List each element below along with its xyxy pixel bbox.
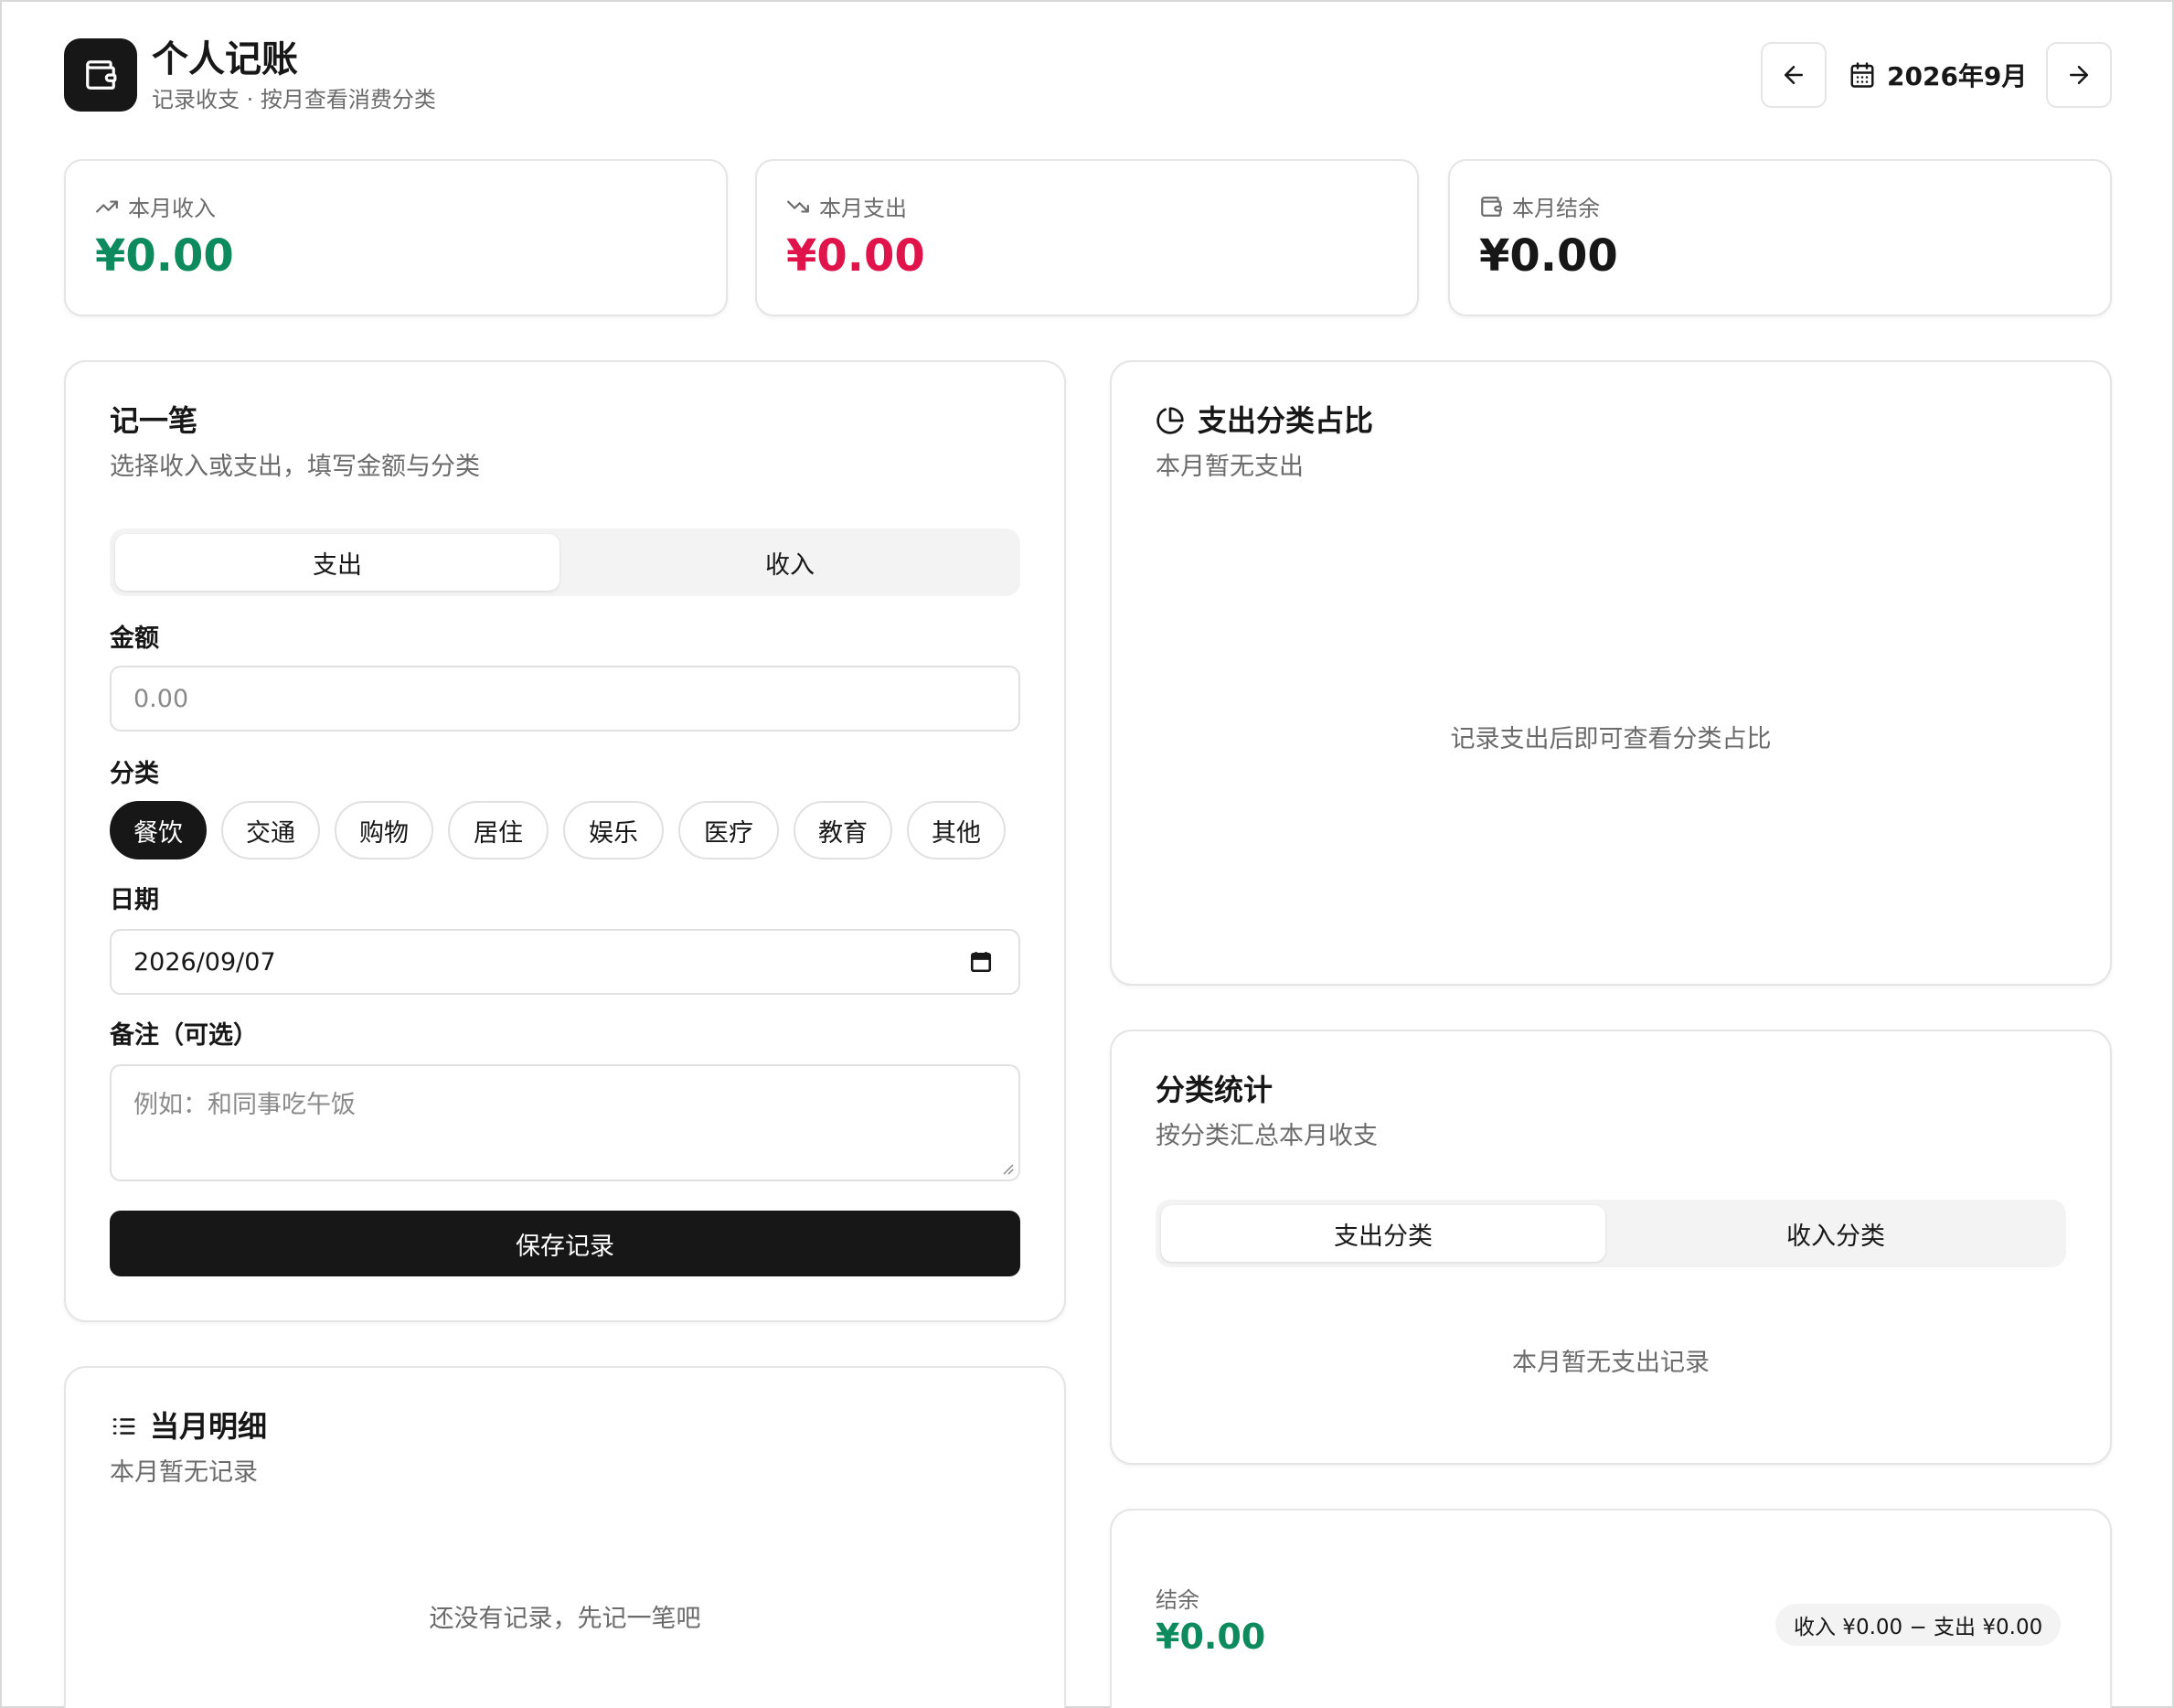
note-label: 备注（可选） xyxy=(110,1021,258,1050)
expense-stat-value: ¥0.00 xyxy=(786,230,925,282)
date-label: 日期 xyxy=(110,886,159,914)
income-stat-value: ¥0.00 xyxy=(95,230,234,282)
tab-income-categories[interactable]: 收入分类 xyxy=(1611,1205,2061,1262)
calendar-icon xyxy=(1850,62,1874,88)
expense-pie-empty: 记录支出后即可查看分类占比 xyxy=(1450,725,1772,753)
balance-stat-label: 本月结余 xyxy=(1479,190,1600,222)
tab-expense-categories[interactable]: 支出分类 xyxy=(1161,1205,1605,1262)
monthly-details-description: 本月暂无记录 xyxy=(110,1458,258,1487)
expense-pie-title: 支出分类占比 xyxy=(1156,402,1373,439)
balance-summary-label: 结余 xyxy=(1156,1587,1199,1613)
save-button[interactable]: 保存记录 xyxy=(110,1211,1020,1276)
category-chip-housing[interactable]: 居住 xyxy=(448,801,549,859)
month-text: 2026年9月 xyxy=(1887,61,2028,91)
amount-label: 金额 xyxy=(110,624,159,653)
category-chip-shopping[interactable]: 购物 xyxy=(335,801,433,859)
category-chip-medical[interactable]: 医疗 xyxy=(678,801,779,859)
arrow-left-icon xyxy=(1785,66,1803,84)
app-subtitle: 记录收支 · 按月查看消费分类 xyxy=(152,87,436,112)
category-chip-entertainment[interactable]: 娱乐 xyxy=(563,801,664,859)
expense-stat-label: 本月支出 xyxy=(786,190,907,222)
list-icon xyxy=(112,1418,135,1435)
amount-input[interactable]: 0.00 xyxy=(110,666,1020,731)
trending-down-icon xyxy=(787,200,809,212)
tab-expense[interactable]: 支出 xyxy=(115,534,559,591)
category-stats-switch: 支出分类 收入分类 xyxy=(1156,1200,2066,1267)
date-input[interactable]: 2026/09/07 xyxy=(110,929,1020,995)
monthly-details-title: 当月明细 xyxy=(110,1408,267,1445)
trending-up-icon xyxy=(96,200,118,212)
arrow-right-icon xyxy=(2070,66,2088,84)
monthly-details-empty: 还没有记录，先记一笔吧 xyxy=(429,1605,701,1633)
entry-form-description: 选择收入或支出，填写金额与分类 xyxy=(110,453,480,481)
app-title: 个人记账 xyxy=(152,38,298,80)
balance-stat-card: 本月结余 ¥0.00 xyxy=(1448,159,2112,316)
wallet-icon xyxy=(86,60,117,90)
category-stats-empty: 本月暂无支出记录 xyxy=(1512,1349,1710,1377)
category-label: 分类 xyxy=(110,760,159,788)
note-textarea[interactable]: 例如：和同事吃午饭 xyxy=(110,1064,1020,1181)
amount-placeholder: 0.00 xyxy=(133,684,189,713)
current-month: 2026年9月 xyxy=(1849,53,2027,97)
wallet-icon xyxy=(1481,196,1502,217)
income-stat-label: 本月收入 xyxy=(95,190,216,222)
category-chip-education[interactable]: 教育 xyxy=(794,801,892,859)
income-stat-card: 本月收入 ¥0.00 xyxy=(64,159,728,316)
date-value: 2026/09/07 xyxy=(133,947,276,977)
calendar-icon[interactable] xyxy=(969,950,993,974)
balance-formula-badge: 收入 ¥0.00 − 支出 ¥0.00 xyxy=(1775,1604,2062,1646)
resize-handle-icon[interactable] xyxy=(1000,1161,1015,1176)
entry-form-title: 记一笔 xyxy=(110,403,198,438)
balance-summary-value: ¥0.00 xyxy=(1156,1617,1266,1657)
app-logo xyxy=(64,38,137,112)
category-stats-title: 分类统计 xyxy=(1156,1073,1273,1107)
next-month-button[interactable] xyxy=(2046,42,2112,108)
previous-month-button[interactable] xyxy=(1761,42,1827,108)
pie-chart-icon xyxy=(1156,407,1184,434)
category-stats-description: 按分类汇总本月收支 xyxy=(1156,1122,1378,1150)
expense-stat-card: 本月支出 ¥0.00 xyxy=(755,159,1419,316)
balance-stat-value: ¥0.00 xyxy=(1479,230,1618,282)
expense-pie-description: 本月暂无支出 xyxy=(1156,453,1304,481)
entry-type-switch: 支出 收入 xyxy=(110,528,1020,596)
category-chip-dining[interactable]: 餐饮 xyxy=(110,801,207,859)
category-chip-transport[interactable]: 交通 xyxy=(221,801,320,859)
tab-income[interactable]: 收入 xyxy=(565,534,1015,591)
note-placeholder: 例如：和同事吃午饭 xyxy=(133,1091,356,1119)
category-chip-other[interactable]: 其他 xyxy=(907,801,1006,859)
